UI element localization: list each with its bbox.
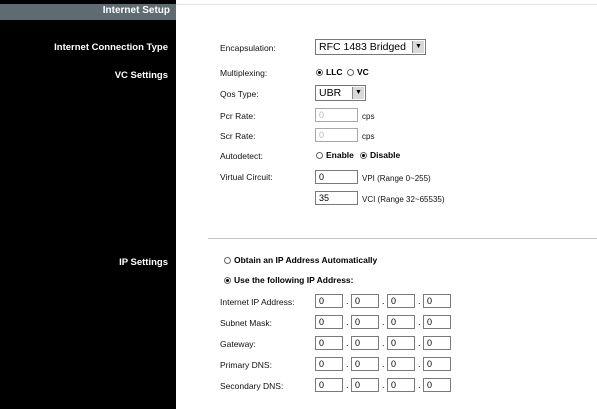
subnet-mask-octet-4[interactable]: 0 [423, 315, 451, 329]
secondary-dns-octet-4[interactable]: 0 [423, 378, 451, 392]
qos-type-label: Qos Type: [220, 89, 259, 99]
octet-separator: . [418, 296, 421, 306]
subnet-mask-octet-3[interactable]: 0 [387, 315, 415, 329]
multiplexing-llc-radio[interactable] [316, 69, 323, 76]
pcr-rate-label: Pcr Rate: [220, 111, 256, 121]
subnet-mask-octet-2[interactable]: 0 [351, 315, 379, 329]
subnet-mask-label: Subnet Mask: [220, 318, 272, 328]
gateway-octet-1[interactable]: 0 [315, 336, 343, 350]
autodetect-enable-radio[interactable] [316, 152, 323, 159]
octet-separator: . [382, 380, 385, 390]
subnet-mask-octet-1[interactable]: 0 [315, 315, 343, 329]
obtain-ip-auto-label: Obtain an IP Address Automatically [234, 255, 378, 265]
gateway-octet-4[interactable]: 0 [423, 336, 451, 350]
use-following-ip-label: Use the following IP Address: [234, 275, 354, 285]
primary-dns-octet-2[interactable]: 0 [351, 357, 379, 371]
gateway-octet-3[interactable]: 0 [387, 336, 415, 350]
vci-range-hint: VCI (Range 32~65535) [362, 195, 445, 204]
secondary-dns-octet-1[interactable]: 0 [315, 378, 343, 392]
octet-separator: . [418, 380, 421, 390]
octet-separator: . [418, 317, 421, 327]
gateway-label: Gateway: [220, 339, 256, 349]
primary-dns-octet-3[interactable]: 0 [387, 357, 415, 371]
sidebar-header-title: Internet Setup [102, 5, 170, 16]
encapsulation-value: RFC 1483 Bridged [319, 41, 406, 53]
octet-separator: . [346, 338, 349, 348]
autodetect-disable-radio[interactable] [360, 152, 367, 159]
gateway-octet-2[interactable]: 0 [351, 336, 379, 350]
encapsulation-select[interactable]: RFC 1483 Bridged ▼ [315, 39, 426, 55]
internet-ip-octet-1[interactable]: 0 [315, 294, 343, 308]
internet-ip-octet-4[interactable]: 0 [423, 294, 451, 308]
sidebar-item-ip-settings: IP Settings [119, 257, 168, 268]
sidebar: Internet Setup Internet Connection Type … [0, 0, 176, 409]
octet-separator: . [382, 359, 385, 369]
octet-separator: . [418, 338, 421, 348]
octet-separator: . [382, 296, 385, 306]
primary-dns-octet-4[interactable]: 0 [423, 357, 451, 371]
sidebar-item-vc-settings: VC Settings [114, 70, 168, 81]
octet-separator: . [418, 359, 421, 369]
internet-ip-label: Internet IP Address: [220, 297, 295, 307]
primary-dns-label: Primary DNS: [220, 360, 272, 370]
octet-separator: . [346, 296, 349, 306]
primary-dns-octet-1[interactable]: 0 [315, 357, 343, 371]
qos-type-value: UBR [319, 87, 342, 99]
multiplexing-llc-label: LLC [326, 67, 343, 77]
sidebar-header: Internet Setup [0, 4, 176, 20]
vpi-range-hint: VPI (Range 0~255) [362, 174, 431, 183]
scr-rate-unit: cps [362, 132, 375, 141]
pcr-rate-input[interactable]: 0 [315, 108, 358, 122]
header-strip [176, 4, 597, 21]
autodetect-disable-label: Disable [370, 150, 401, 160]
vci-input[interactable]: 35 [315, 191, 358, 205]
encapsulation-label: Encapsulation: [220, 43, 276, 53]
secondary-dns-octet-2[interactable]: 0 [351, 378, 379, 392]
secondary-dns-label: Secondary DNS: [220, 381, 284, 391]
main-panel: Encapsulation: RFC 1483 Bridged ▼ Multip… [176, 0, 597, 409]
chevron-down-icon: ▼ [412, 41, 424, 53]
multiplexing-vc-label: VC [357, 67, 369, 77]
octet-separator: . [382, 317, 385, 327]
autodetect-enable-label: Enable [326, 150, 354, 160]
use-following-ip-radio[interactable] [224, 277, 231, 284]
octet-separator: . [382, 338, 385, 348]
multiplexing-vc-radio[interactable] [347, 69, 354, 76]
secondary-dns-octet-3[interactable]: 0 [387, 378, 415, 392]
scr-rate-label: Scr Rate: [220, 131, 256, 141]
obtain-ip-auto-radio[interactable] [224, 257, 231, 264]
sidebar-item-internet-connection-type: Internet Connection Type [54, 42, 168, 53]
internet-ip-octet-2[interactable]: 0 [351, 294, 379, 308]
section-divider [208, 238, 597, 239]
vpi-input[interactable]: 0 [315, 170, 358, 184]
internet-ip-octet-3[interactable]: 0 [387, 294, 415, 308]
multiplexing-label: Multiplexing: [220, 68, 268, 78]
chevron-down-icon: ▼ [352, 87, 364, 99]
pcr-rate-unit: cps [362, 112, 375, 121]
octet-separator: . [346, 380, 349, 390]
octet-separator: . [346, 359, 349, 369]
qos-type-select[interactable]: UBR ▼ [315, 85, 366, 101]
scr-rate-input[interactable]: 0 [315, 128, 358, 142]
autodetect-label: Autodetect: [220, 151, 264, 161]
octet-separator: . [346, 317, 349, 327]
virtual-circuit-label: Virtual Circuit: [220, 172, 273, 182]
